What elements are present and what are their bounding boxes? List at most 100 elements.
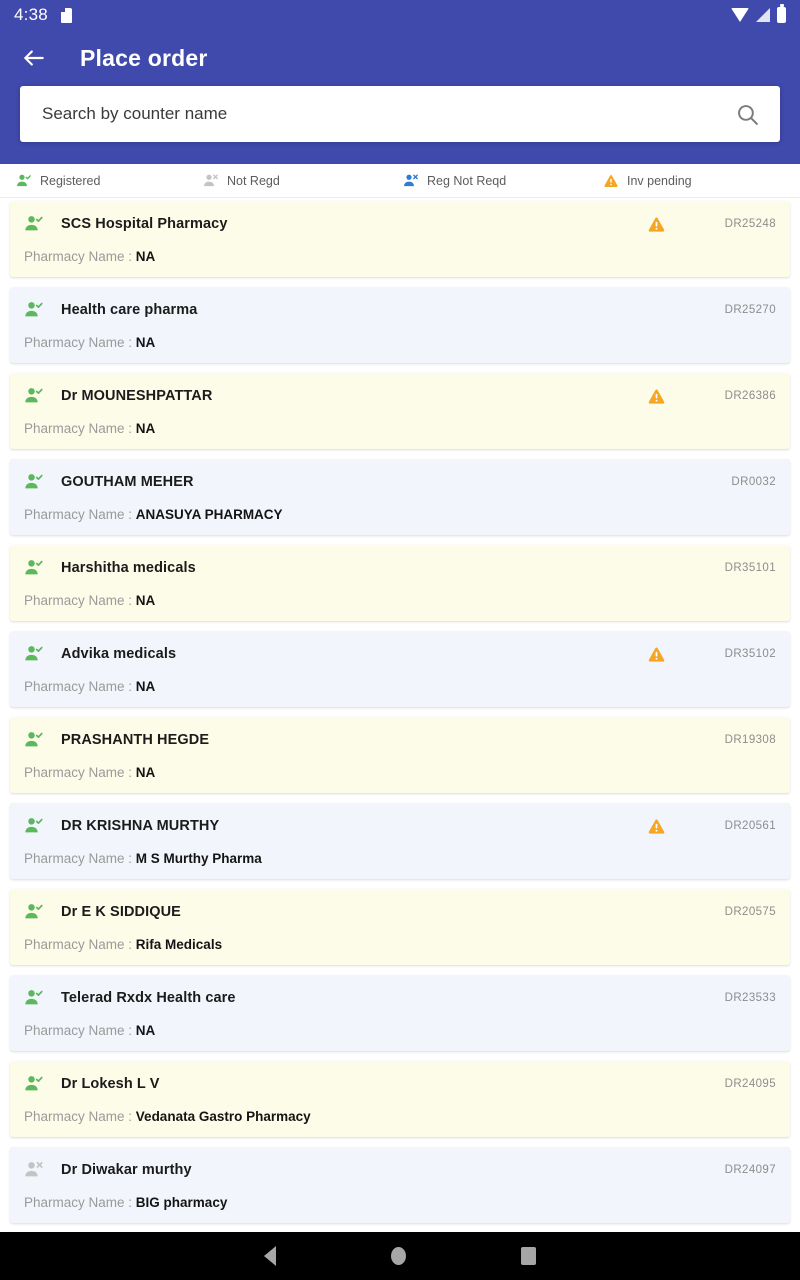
counter-code: DR25270 [724,304,776,316]
legend-item-not-regd[interactable]: Not Regd [203,173,403,189]
counter-name: SCS Hospital Pharmacy [61,216,228,232]
person-check-green-icon [25,646,43,661]
counter-code: DR0032 [731,476,776,488]
wifi-icon [731,8,749,22]
warning-triangle-icon [604,174,618,187]
nav-back-icon[interactable] [264,1246,276,1266]
counter-name: Dr E K SIDDIQUE [61,904,181,920]
pharmacy-name-row: Pharmacy Name : NA [24,765,776,780]
search-icon[interactable] [735,102,760,127]
inv-pending-indicator [647,215,666,234]
pharmacy-name-row: Pharmacy Name : Vedanata Gastro Pharmacy [24,1109,776,1124]
person-check-green-icon [25,904,43,919]
counter-code: DR19308 [724,734,776,746]
pharmacy-name-value: M S Murthy Pharma [135,851,262,866]
legend-item-reg-not-reqd[interactable]: Reg Not Reqd [403,173,603,189]
counter-name: GOUTHAM MEHER [61,474,194,490]
person-x-blue-icon [404,174,418,186]
android-navigation-bar [0,1232,800,1280]
pharmacy-name-row: Pharmacy Name : NA [24,1023,776,1038]
counter-card-header: DR KRISHNA MURTHY DR20561 [24,815,776,837]
pharmacy-name-value: NA [135,679,156,694]
counter-card-header: Health care pharma DR25270 [24,299,776,321]
search-box[interactable] [20,86,780,142]
pharmacy-name-row: Pharmacy Name : M S Murthy Pharma [24,851,776,866]
counter-card-header: Telerad Rxdx Health care DR23533 [24,987,776,1009]
pharmacy-name-label: Pharmacy Name : [24,1109,136,1124]
counter-card[interactable]: SCS Hospital Pharmacy DR25248 Pharmacy Nam… [10,201,790,277]
legend-label: Registered [40,173,101,188]
pharmacy-name-row: Pharmacy Name : ANASUYA PHARMACY [24,507,776,522]
person-check-green-icon [17,174,31,186]
back-arrow-icon[interactable] [14,38,54,78]
pharmacy-name-row: Pharmacy Name : NA [24,679,776,694]
counter-list[interactable]: SCS Hospital Pharmacy DR25248 Pharmacy Nam… [0,198,800,1250]
nav-home-icon[interactable] [391,1247,406,1265]
counter-card[interactable]: Health care pharma DR25270 Pharmacy Name :… [10,287,790,363]
pharmacy-name-label: Pharmacy Name : [24,249,136,264]
pharmacy-name-label: Pharmacy Name : [24,421,136,436]
inv-pending-indicator [647,817,666,836]
status-time: 4:38 [14,5,48,24]
person-check-green-icon [25,732,43,747]
pharmacy-name-row: Pharmacy Name : NA [24,249,776,264]
warning-triangle-icon [648,388,665,404]
counter-name: Advika medicals [61,646,177,662]
pharmacy-name-value: NA [135,421,156,436]
counter-name: Harshitha medicals [61,560,196,576]
pharmacy-name-row: Pharmacy Name : BIG pharmacy [24,1195,776,1210]
counter-code: DR25248 [724,218,776,230]
legend-item-registered[interactable]: Registered [16,173,203,189]
signal-icon [756,8,770,22]
counter-card[interactable]: Telerad Rxdx Health care DR23533 Pharmacy … [10,975,790,1051]
counter-code: DR24095 [724,1078,776,1090]
counter-card-header: Dr Lokesh L V DR24095 [24,1073,776,1095]
counter-card-header: Dr E K SIDDIQUE DR20575 [24,901,776,923]
counter-card[interactable]: Dr E K SIDDIQUE DR20575 Pharmacy Name : Ri… [10,889,790,965]
pharmacy-name-label: Pharmacy Name : [24,507,136,522]
person-check-green-icon [25,388,43,403]
counter-card[interactable]: Dr Lokesh L V DR24095 Pharmacy Name : Veda… [10,1061,790,1137]
page-title: Place order [80,44,208,71]
counter-name: Health care pharma [61,302,198,318]
counter-card-header: PRASHANTH HEGDE DR19308 [24,729,776,751]
counter-card-header: Advika medicals DR35102 [24,643,776,665]
pharmacy-name-value: ANASUYA PHARMACY [135,507,283,522]
warning-triangle-icon [648,818,665,834]
counter-code: DR20575 [724,906,776,918]
search-input[interactable] [42,104,735,124]
inv-pending-indicator [647,645,666,664]
counter-code: DR35102 [724,648,776,660]
nav-recents-icon[interactable] [521,1247,536,1265]
pharmacy-name-label: Pharmacy Name : [24,937,136,952]
counter-name: Dr Diwakar murthy [61,1162,192,1178]
counter-code: DR23533 [724,992,776,1004]
counter-card[interactable]: DR KRISHNA MURTHY DR20561 Pharmacy Name : … [10,803,790,879]
pharmacy-name-label: Pharmacy Name : [24,1195,136,1210]
counter-card[interactable]: Harshitha medicals DR35101 Pharmacy Name :… [10,545,790,621]
counter-card[interactable]: Dr Diwakar murthy DR24097 Pharmacy Name : … [10,1147,790,1223]
counter-card-header: GOUTHAM MEHER DR0032 [24,471,776,493]
status-legend: Registered Not Regd Reg Not Reqd Inv pen… [0,164,800,198]
counter-card[interactable]: Dr MOUNESHPATTAR DR26386 Pharmacy Name : N… [10,373,790,449]
pharmacy-name-label: Pharmacy Name : [24,851,136,866]
counter-card[interactable]: Advika medicals DR35102 Pharmacy Name : NA [10,631,790,707]
legend-label: Reg Not Reqd [427,173,507,188]
counter-name: PRASHANTH HEGDE [61,732,210,748]
warning-triangle-icon [648,216,665,232]
counter-card[interactable]: PRASHANTH HEGDE DR19308 Pharmacy Name : NA [10,717,790,793]
sd-card-icon [60,7,72,23]
pharmacy-name-row: Pharmacy Name : NA [24,593,776,608]
person-x-gray-icon [204,174,218,186]
person-check-green-icon [25,990,43,1005]
person-check-green-icon [25,818,43,833]
pharmacy-name-value: NA [135,765,156,780]
counter-name: Dr MOUNESHPATTAR [61,388,213,404]
person-check-green-icon [25,560,43,575]
counter-card[interactable]: GOUTHAM MEHER DR0032 Pharmacy Name : ANASU… [10,459,790,535]
legend-item-inv-pending[interactable]: Inv pending [603,173,692,189]
warning-triangle-icon [648,646,665,662]
pharmacy-name-value: NA [135,249,156,264]
counter-card-header: Dr MOUNESHPATTAR DR26386 [24,385,776,407]
counter-card-header: SCS Hospital Pharmacy DR25248 [24,213,776,235]
